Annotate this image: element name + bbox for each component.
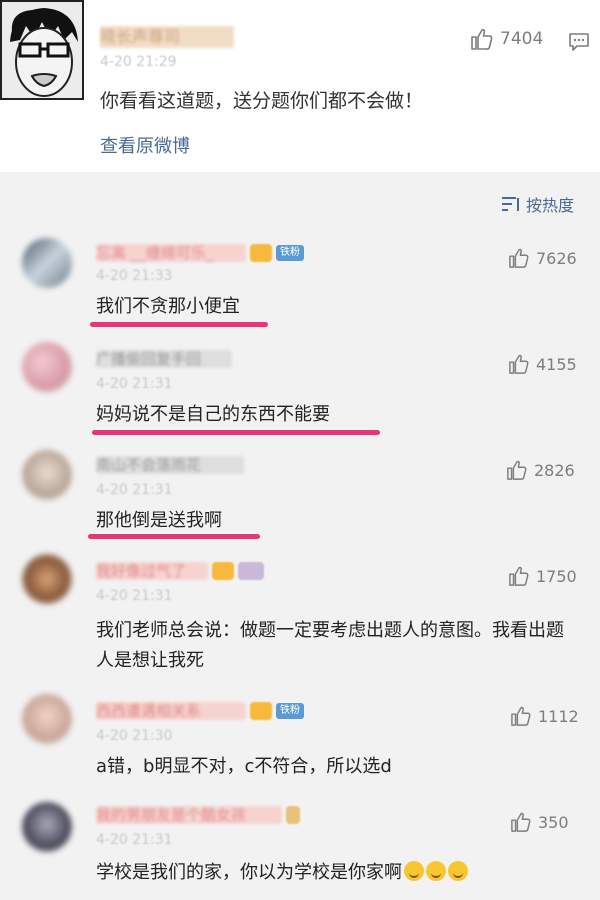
avatar[interactable] [22, 694, 72, 744]
comment-text: 我们老师总会说：做题一定要考虑出题人的意图。我看出题人是想让我死 [96, 620, 564, 671]
post-author-name[interactable]: 晓长声尊司 [100, 26, 234, 48]
original-post: 晓长声尊司 4-20 21:29 你看看这道题，送分题你们都不会做！ 查看原微博… [0, 0, 600, 172]
thumbs-up-icon [509, 354, 529, 374]
grin-sweat-emoji-icon [426, 861, 446, 881]
comment-item: 西西遭遇相关系 铁粉 4-20 21:30 a错，b明显不对，c不符合，所以选d… [0, 690, 600, 794]
like-count: 7626 [536, 248, 577, 268]
like-count: 2826 [534, 460, 575, 480]
comment-text: 妈妈说不是自己的东西不能要 [96, 404, 330, 425]
commenter-name[interactable]: 南山不会落雨花 [96, 454, 244, 476]
comment-text: 我们不贪那小便宜 [96, 296, 240, 317]
like-count: 350 [538, 812, 569, 832]
sort-label: 按热度 [526, 196, 575, 215]
avatar[interactable] [0, 0, 84, 100]
avatar[interactable] [22, 450, 72, 500]
post-timestamp: 4-20 21:29 [100, 54, 177, 70]
commenter-name[interactable]: 我的男朋友是个酷女孩 [96, 804, 300, 826]
comment-item: 我好像过气了 4-20 21:31 我们老师总会说：做题一定要考虑出题人的意图。… [0, 552, 600, 690]
avatar[interactable] [22, 554, 72, 604]
avatar[interactable] [22, 802, 72, 852]
post-like-button[interactable]: 7404 [470, 28, 543, 50]
comment-like-button[interactable]: 7626 [508, 248, 577, 268]
crown-icon [212, 562, 234, 580]
comment-icon [569, 33, 589, 51]
post-text: 你看看这道题，送分题你们都不会做！ [100, 90, 424, 112]
comment-like-button[interactable]: 4155 [508, 354, 577, 374]
comment-text: 学校是我们的家，你以为学校是你家啊 [96, 858, 468, 888]
thumbs-up-icon [509, 248, 529, 268]
avatar[interactable] [22, 238, 72, 288]
avatar[interactable] [22, 342, 72, 392]
comment-item: 忘离 __缠绵可乐_ 铁粉 4-20 21:33 我们不贪那小便宜 7626 [0, 236, 600, 342]
comment-timestamp: 4-20 21:31 [96, 832, 173, 848]
comment-timestamp: 4-20 21:31 [96, 482, 173, 498]
commenter-name[interactable]: 西西遭遇相关系 铁粉 [96, 700, 304, 722]
fan-badge: 铁粉 [276, 703, 304, 719]
sort-icon [502, 197, 519, 211]
commenter-name[interactable]: 广播偷回复手回 [96, 348, 232, 370]
thumbs-up-icon [511, 706, 531, 726]
like-count: 1112 [538, 706, 579, 726]
avatar-cartoon-face-icon [2, 2, 82, 98]
comment-button[interactable] [568, 32, 590, 56]
comment-like-button[interactable]: 350 [510, 812, 569, 832]
highlight-underline [92, 430, 380, 435]
commenter-name[interactable]: 忘离 __缠绵可乐_ 铁粉 [96, 242, 304, 264]
comment-text: 那他倒是送我啊 [96, 510, 222, 531]
comment-like-button[interactable]: 2826 [506, 460, 575, 480]
crown-icon [250, 244, 272, 262]
comment-item: 南山不会落雨花 4-20 21:31 那他倒是送我啊 2826 [0, 448, 600, 552]
comment-timestamp: 4-20 21:31 [96, 376, 173, 392]
thumbs-up-icon [507, 460, 527, 480]
view-original-link[interactable]: 查看原微博 [100, 132, 190, 158]
post-like-count: 7404 [500, 29, 544, 49]
comment-item: 广播偷回复手回 4-20 21:31 妈妈说不是自己的东西不能要 4155 [0, 342, 600, 448]
comment-timestamp: 4-20 21:33 [96, 268, 173, 284]
comment-timestamp: 4-20 21:30 [96, 728, 173, 744]
badge-icon [238, 562, 264, 580]
thumbs-up-icon [511, 812, 531, 832]
comment-text: a错，b明显不对，c不符合，所以选d [96, 756, 392, 777]
like-count: 1750 [536, 566, 577, 586]
grin-sweat-emoji-icon [404, 861, 424, 881]
highlight-underline [88, 534, 260, 539]
comment-timestamp: 4-20 21:31 [96, 588, 173, 604]
commenter-name[interactable]: 我好像过气了 [96, 560, 264, 582]
comment-like-button[interactable]: 1112 [510, 706, 579, 726]
comment-like-button[interactable]: 1750 [508, 566, 577, 586]
thumbs-up-icon [471, 28, 493, 50]
thumbs-up-icon [509, 566, 529, 586]
badge-icon [286, 806, 300, 824]
fan-badge: 铁粉 [276, 245, 304, 261]
sort-by-hot-button[interactable]: 按热度 [500, 192, 574, 216]
comment-item: 我的男朋友是个酷女孩 4-20 21:31 学校是我们的家，你以为学校是你家啊 … [0, 794, 600, 900]
crown-icon [250, 702, 272, 720]
highlight-underline [90, 322, 268, 327]
grin-sweat-emoji-icon [448, 861, 468, 881]
like-count: 4155 [536, 354, 577, 374]
